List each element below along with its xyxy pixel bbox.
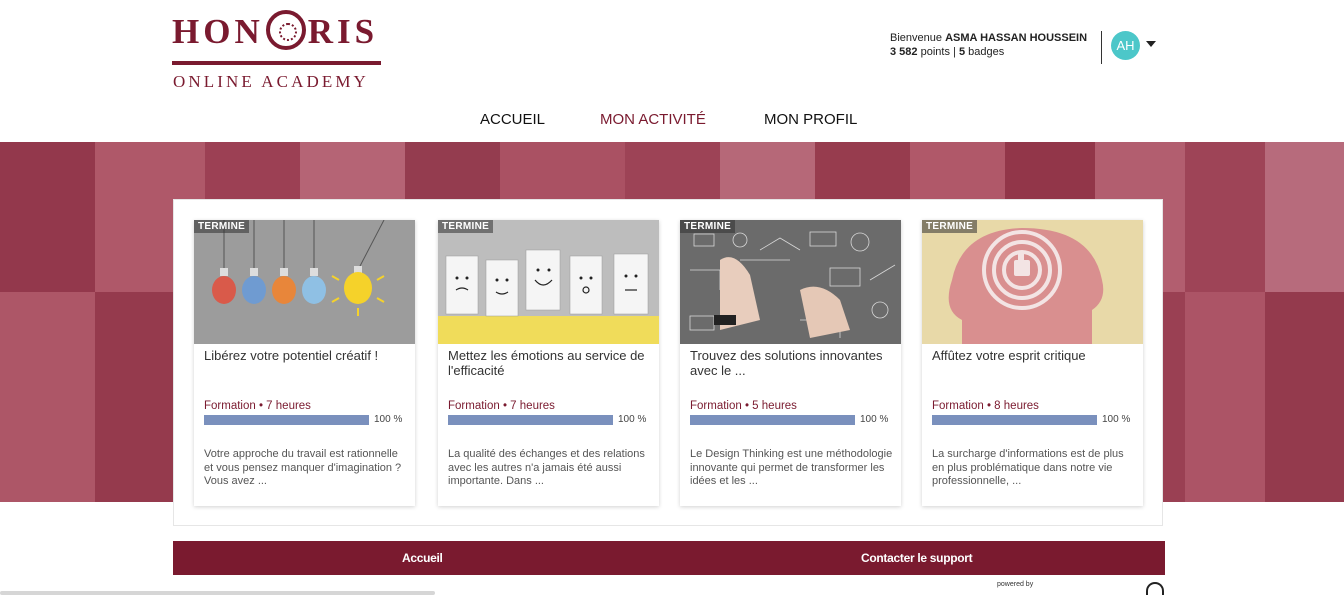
powered-by-label: powered by xyxy=(997,581,1034,588)
course-card[interactable]: TERMINE Affûtez votre esprit critique Fo… xyxy=(922,220,1143,506)
status-badge: TERMINE xyxy=(922,220,978,233)
progress-label: 100 % xyxy=(860,414,889,425)
light-bulbs-image: TERMINE xyxy=(194,220,415,344)
progress-bar xyxy=(448,415,613,425)
platform-logo-icon xyxy=(1146,582,1164,595)
user-name: ASMA HASSAN HOUSSEIN xyxy=(945,32,1088,44)
course-panel: TERMINE Libérez votre potentiel créatif … xyxy=(173,199,1163,526)
honoris-logo[interactable]: HON RIS ONLINE ACADEMY xyxy=(172,6,384,94)
course-meta: Formation • 8 heures xyxy=(932,400,1039,412)
logo-ring-icon xyxy=(265,10,306,50)
course-description: La surcharge d'informations est de plus … xyxy=(932,448,1124,487)
chalkboard-sketch-image: TERMINE xyxy=(680,220,901,344)
course-meta: Formation • 7 heures xyxy=(204,400,311,412)
course-title[interactable]: Affûtez votre esprit critique xyxy=(932,348,1137,363)
head-maze-image: TERMINE xyxy=(922,220,1143,344)
nav-accueil[interactable]: ACCUEIL xyxy=(480,111,545,128)
course-description: Le Design Thinking est une méthodologie … xyxy=(690,448,893,487)
progress-bar xyxy=(690,415,855,425)
course-title[interactable]: Trouvez des solutions innovantes avec le… xyxy=(690,348,895,378)
course-title[interactable]: Libérez votre potentiel créatif ! xyxy=(204,348,409,363)
nav-mon-activite[interactable]: MON ACTIVITÉ xyxy=(600,111,706,128)
logo-tagline: ONLINE ACADEMY xyxy=(173,72,369,91)
nav-mon-profil[interactable]: MON PROFIL xyxy=(764,111,857,128)
status-badge: TERMINE xyxy=(194,220,250,233)
main-nav: ACCUEIL MON ACTIVITÉ MON PROFIL xyxy=(0,111,1344,131)
logo-wordmark: HON RIS xyxy=(172,10,379,51)
course-title[interactable]: Mettez les émotions au service de l'effi… xyxy=(448,348,653,378)
status-badge: TERMINE xyxy=(438,220,494,233)
progress-bar xyxy=(932,415,1097,425)
footer-link-accueil[interactable]: Accueil xyxy=(402,551,443,565)
avatar[interactable]: AH xyxy=(1111,31,1140,60)
course-description: La qualité des échanges et des relations… xyxy=(448,448,645,487)
status-badge: TERMINE xyxy=(680,220,736,233)
progress-bar xyxy=(204,415,369,425)
course-meta: Formation • 5 heures xyxy=(690,400,797,412)
progress-label: 100 % xyxy=(1102,414,1131,425)
emotion-faces-image: TERMINE xyxy=(438,220,659,344)
course-description: Votre approche du travail est rationnell… xyxy=(204,448,402,487)
page: HON RIS ONLINE ACADEMY Bienvenue ASMA HAS… xyxy=(0,0,1344,595)
course-card[interactable]: TERMINE Libérez votre potentiel créatif … xyxy=(194,220,415,506)
caret-down-icon[interactable] xyxy=(1146,41,1156,47)
horizontal-scrollbar[interactable] xyxy=(0,591,435,595)
user-divider xyxy=(1101,31,1102,64)
user-greeting: Bienvenue ASMA HASSAN HOUSSEIN 3 582 poi… xyxy=(890,32,1088,58)
course-card[interactable]: TERMINE Mettez les émotions au service d… xyxy=(438,220,659,506)
progress-label: 100 % xyxy=(618,414,647,425)
points-value: 3 582 xyxy=(890,46,918,58)
footer-bar: Accueil Contacter le support xyxy=(173,541,1165,575)
badges-value: 5 xyxy=(958,46,966,58)
course-card[interactable]: TERMINE Trouvez des solutions innovantes… xyxy=(680,220,901,506)
logo-rule xyxy=(172,61,381,65)
footer-link-support[interactable]: Contacter le support xyxy=(861,551,973,565)
course-meta: Formation • 7 heures xyxy=(448,400,555,412)
progress-label: 100 % xyxy=(374,414,403,425)
